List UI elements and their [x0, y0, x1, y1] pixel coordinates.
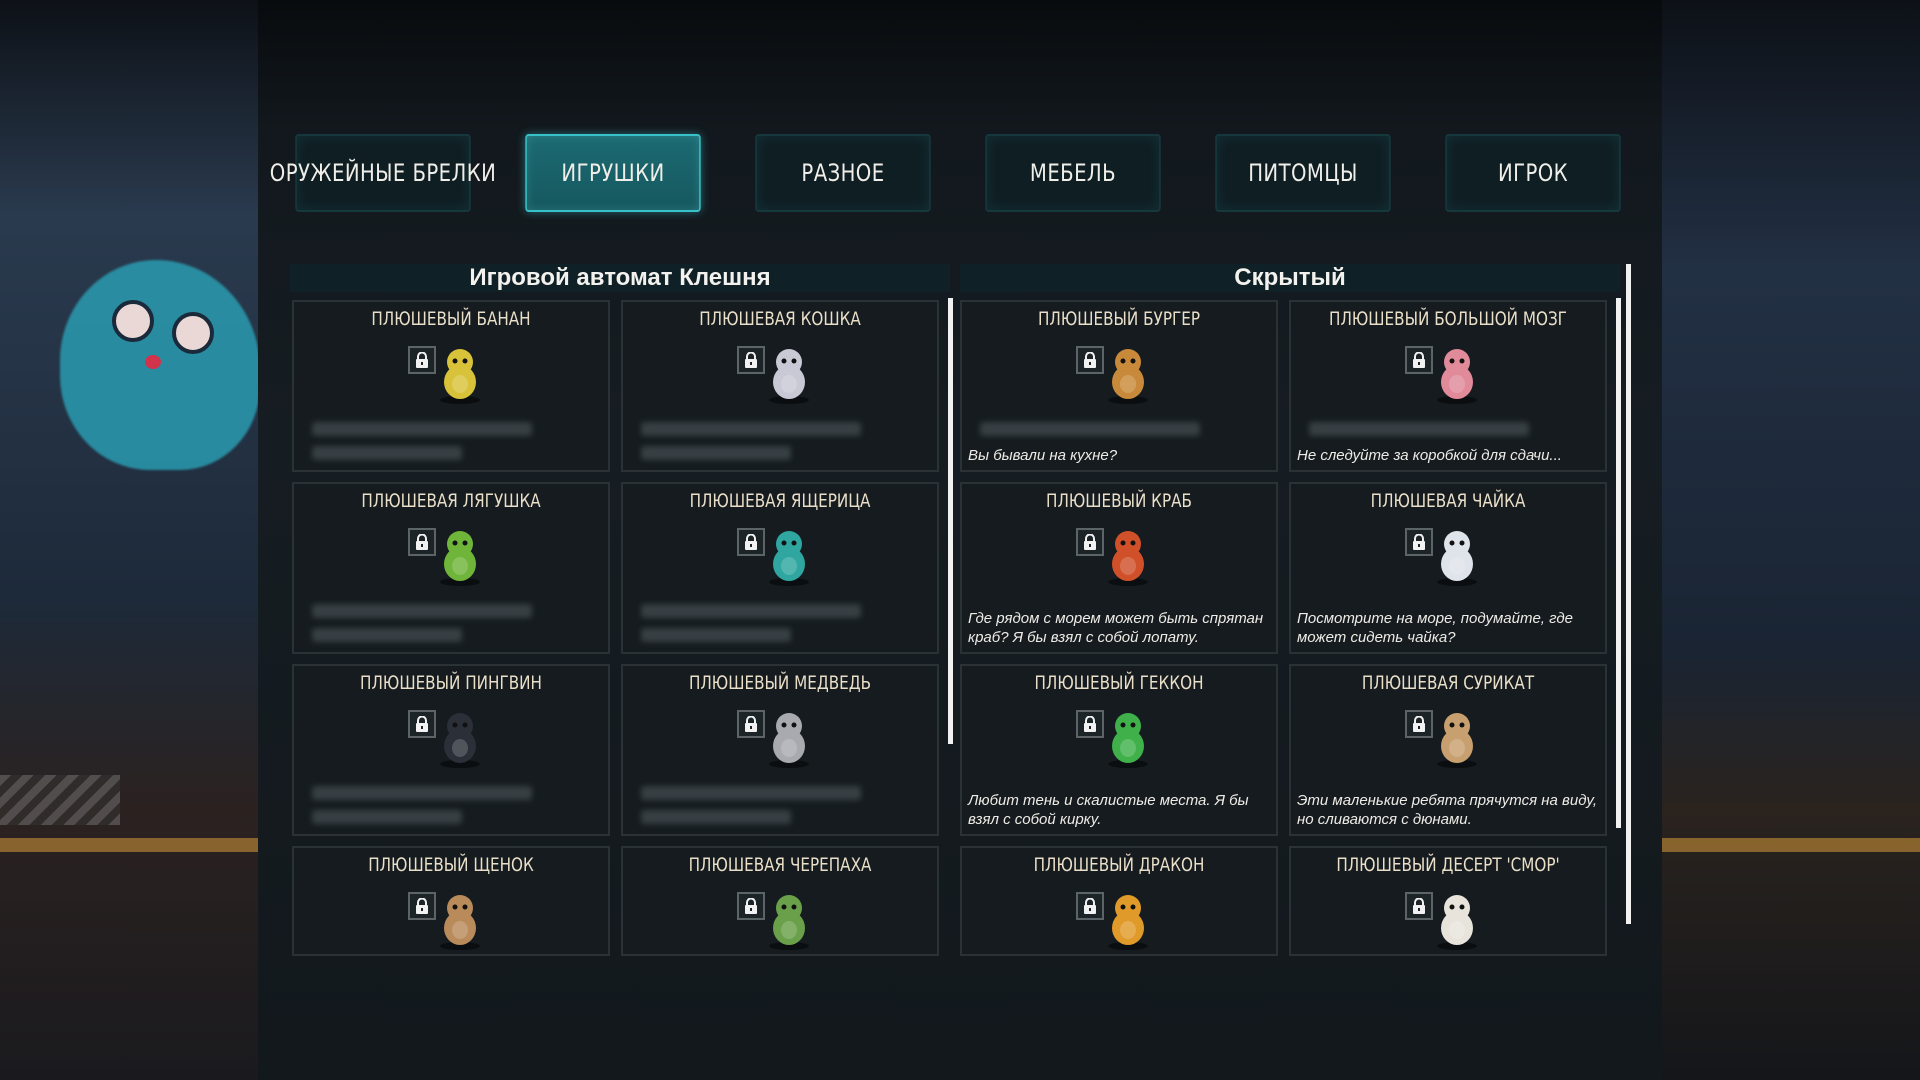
claw-machine-grid: ПЛЮШЕВЫЙ БАНАН ПЛЮШЕВАЯ КОШКА ПЛЮШЕВАЯ ЛЯГ… — [292, 300, 939, 956]
collectible-card[interactable]: ПЛЮШЕВЫЙ ГЕККОН Любит тень и скалистые ме… — [960, 664, 1278, 836]
collectible-card[interactable]: ПЛЮШЕВЫЙ ПИНГВИН — [292, 664, 610, 836]
smore-plush-icon — [1429, 888, 1485, 952]
section-title-hidden: Скрытый — [960, 264, 1620, 292]
tab-weapon-charms[interactable]: ОРУЖЕЙНЫЕ БРЕЛКИ — [270, 134, 496, 212]
collectible-card[interactable]: ПЛЮШЕВАЯ ЯЩЕРИЦА — [621, 482, 939, 654]
collectible-name: ПЛЮШЕВАЯ КОШКА — [699, 308, 861, 330]
scrollbar-hidden[interactable] — [1626, 264, 1631, 924]
cat-plush-icon — [761, 342, 817, 406]
collectible-name: ПЛЮШЕВАЯ ЯЩЕРИЦА — [689, 490, 871, 512]
blurred-stats — [312, 810, 462, 824]
collectible-card[interactable]: ПЛЮШЕВЫЙ БОЛЬШОЙ МОЗГ Не следуйте за коро… — [1289, 300, 1607, 472]
collectible-name: ПЛЮШЕВЫЙ БОЛЬШОЙ МОЗГ — [1329, 308, 1567, 330]
blurred-stats — [641, 810, 791, 824]
collectible-name: ПЛЮШЕВАЯ ЧАЙКА — [1370, 490, 1526, 512]
blurred-stats — [1309, 422, 1529, 436]
scrollbar-hidden-inner[interactable] — [1616, 298, 1621, 828]
burger-plush-icon — [1100, 342, 1156, 406]
collectible-hint: Вы бывали на кухне? — [968, 447, 1118, 464]
category-tabs: ОРУЖЕЙНЫЕ БРЕЛКИ ИГРУШКИ РАЗНОЕ МЕБЕЛЬ П… — [270, 134, 1646, 214]
bear-plush-icon — [761, 706, 817, 770]
collectible-card[interactable]: ПЛЮШЕВАЯ СУРИКАТ Эти маленькие ребята пря… — [1289, 664, 1607, 836]
collectible-name: ПЛЮШЕВЫЙ ЩЕНОК — [368, 854, 534, 876]
background-light-strip — [1662, 838, 1920, 852]
tab-player[interactable]: ИГРОК — [1445, 134, 1621, 212]
crab-plush-icon — [1100, 524, 1156, 588]
blurred-stats — [312, 446, 462, 460]
collectible-hint: Не следуйте за коробкой для сдачи... — [1297, 447, 1562, 464]
collectible-card[interactable]: ПЛЮШЕВАЯ ЧАЙКА Посмотрите на море, подума… — [1289, 482, 1607, 654]
collectible-card[interactable]: ПЛЮШЕВАЯ ЧЕРЕПАХА — [621, 846, 939, 956]
background-right — [1662, 0, 1920, 1080]
blurred-stats — [312, 604, 532, 618]
collectible-card[interactable]: ПЛЮШЕВАЯ КОШКА — [621, 300, 939, 472]
blurred-stats — [641, 422, 861, 436]
blurred-stats — [641, 604, 861, 618]
collectible-name: ПЛЮШЕВЫЙ ДЕСЕРТ 'СМОР' — [1336, 854, 1560, 876]
background-plush-eye — [172, 312, 214, 354]
background-hazard-stripes — [0, 775, 120, 825]
collectible-card[interactable]: ПЛЮШЕВЫЙ ЩЕНОК — [292, 846, 610, 956]
background-left — [0, 0, 258, 1080]
collectible-card[interactable]: ПЛЮШЕВЫЙ БАНАН — [292, 300, 610, 472]
dragon-plush-icon — [1100, 888, 1156, 952]
lizard-plush-icon — [761, 524, 817, 588]
hidden-grid: ПЛЮШЕВЫЙ БУРГЕР Вы бывали на кухне? ПЛЮШЕВ… — [960, 300, 1607, 956]
collectible-card[interactable]: ПЛЮШЕВЫЙ ДРАКОН — [960, 846, 1278, 956]
blurred-stats — [312, 628, 462, 642]
collectible-hint: Посмотрите на море, подумайте, где может… — [1297, 610, 1573, 646]
collectible-name: ПЛЮШЕВАЯ ЛЯГУШКА — [361, 490, 541, 512]
meerkat-plush-icon — [1429, 706, 1485, 770]
blurred-stats — [641, 446, 791, 460]
seagull-plush-icon — [1429, 524, 1485, 588]
collectible-card[interactable]: ПЛЮШЕВАЯ ЛЯГУШКА — [292, 482, 610, 654]
collectible-card[interactable]: ПЛЮШЕВЫЙ КРАБ Где рядом с морем может быт… — [960, 482, 1278, 654]
collectible-card[interactable]: ПЛЮШЕВЫЙ БУРГЕР Вы бывали на кухне? — [960, 300, 1278, 472]
tab-furniture[interactable]: МЕБЕЛЬ — [985, 134, 1161, 212]
background-plush-eye — [112, 300, 154, 342]
collectible-hint: Где рядом с морем может быть спрятан кра… — [968, 610, 1264, 646]
background-plush-nose — [145, 355, 161, 369]
collectible-name: ПЛЮШЕВАЯ ЧЕРЕПАХА — [688, 854, 872, 876]
section-title-claw-machine: Игровой автомат Клешня — [290, 264, 950, 292]
collectible-name: ПЛЮШЕВЫЙ КРАБ — [1046, 490, 1192, 512]
brain-plush-icon — [1429, 342, 1485, 406]
gecko-plush-icon — [1100, 706, 1156, 770]
background-light-strip — [0, 838, 258, 852]
penguin-plush-icon — [432, 706, 488, 770]
banana-plush-icon — [432, 342, 488, 406]
blurred-stats — [641, 786, 861, 800]
collectible-name: ПЛЮШЕВЫЙ БУРГЕР — [1037, 308, 1201, 330]
tab-pets[interactable]: ПИТОМЦЫ — [1215, 134, 1391, 212]
collectible-name: ПЛЮШЕВЫЙ МЕДВЕДЬ — [688, 672, 872, 694]
blurred-stats — [312, 422, 532, 436]
frog-plush-icon — [432, 524, 488, 588]
collectible-name: ПЛЮШЕВЫЙ ПИНГВИН — [360, 672, 542, 694]
collectible-name: ПЛЮШЕВЫЙ БАНАН — [371, 308, 531, 330]
blurred-stats — [312, 786, 532, 800]
tab-misc[interactable]: РАЗНОЕ — [755, 134, 931, 212]
tab-toys[interactable]: ИГРУШКИ — [525, 134, 701, 212]
collectible-name: ПЛЮШЕВЫЙ ДРАКОН — [1033, 854, 1205, 876]
turtle-plush-icon — [761, 888, 817, 952]
collectible-card[interactable]: ПЛЮШЕВЫЙ МЕДВЕДЬ — [621, 664, 939, 836]
collectible-name: ПЛЮШЕВАЯ СУРИКАТ — [1361, 672, 1535, 694]
blurred-stats — [641, 628, 791, 642]
collectible-hint: Эти маленькие ребята прячутся на виду, н… — [1297, 792, 1597, 828]
collectible-hint: Любит тень и скалистые места. Я бы взял … — [968, 792, 1249, 828]
scrollbar-claw[interactable] — [948, 298, 953, 744]
puppy-plush-icon — [432, 888, 488, 952]
collectible-name: ПЛЮШЕВЫЙ ГЕККОН — [1034, 672, 1204, 694]
collectible-card[interactable]: ПЛЮШЕВЫЙ ДЕСЕРТ 'СМОР' — [1289, 846, 1607, 956]
blurred-stats — [980, 422, 1200, 436]
